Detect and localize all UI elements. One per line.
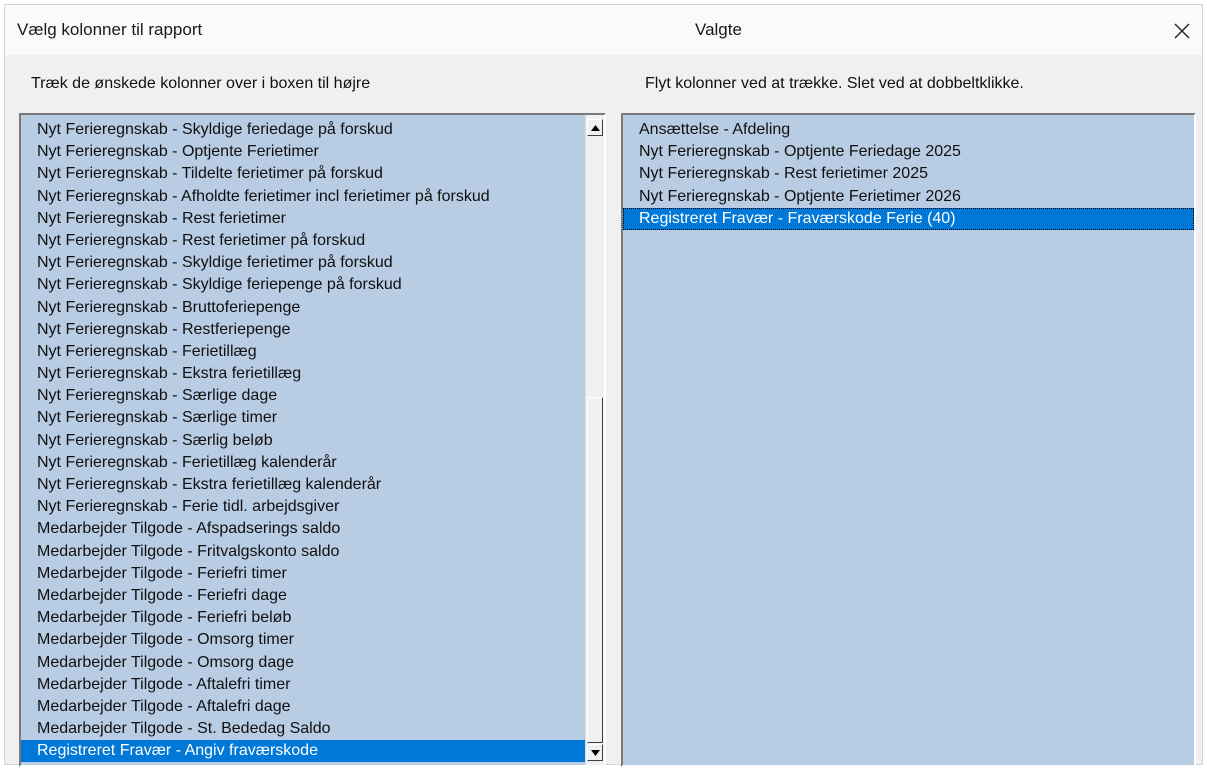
list-item[interactable]: Nyt Ferieregnskab - Ferie tidl. arbejdsg… <box>21 496 586 518</box>
list-item[interactable]: Medarbejder Tilgode - Aftalefri dage <box>21 696 586 718</box>
list-item[interactable]: Nyt Ferieregnskab - Tildelte ferietimer … <box>21 163 586 185</box>
list-item[interactable]: Nyt Ferieregnskab - Optjente Ferietimer <box>21 141 586 163</box>
list-item[interactable]: Nyt Ferieregnskab - Ferietillæg kalender… <box>21 452 586 474</box>
list-item[interactable]: Medarbejder Tilgode - Feriefri timer <box>21 563 586 585</box>
list-item[interactable]: Medarbejder Tilgode - Aftalefri timer <box>21 674 586 696</box>
list-item[interactable]: Nyt Ferieregnskab - Særlig beløb <box>21 430 586 452</box>
list-item[interactable]: Nyt Ferieregnskab - Ferietillæg <box>21 341 586 363</box>
list-item[interactable]: Medarbejder Tilgode - Afspadserings sald… <box>21 518 586 540</box>
scroll-up-button[interactable] <box>587 119 603 136</box>
vertical-scrollbar[interactable] <box>585 115 604 765</box>
list-item[interactable]: Nyt Ferieregnskab - Rest ferietimer <box>21 208 586 230</box>
available-columns-instruction: Træk de ønskede kolonner over i boxen ti… <box>31 75 371 92</box>
scrollbar-thumb[interactable] <box>587 397 603 743</box>
selected-columns-instruction: Flyt kolonner ved at trække. Slet ved at… <box>645 75 1024 92</box>
scroll-down-button[interactable] <box>587 744 603 761</box>
scroll-up-arrow-icon <box>590 124 600 131</box>
selected-columns-list[interactable]: Ansættelse - Afdeling Nyt Ferieregnskab -… <box>621 113 1196 767</box>
available-columns-list[interactable]: Nyt Ferieregnskab - Skyldige feriedage p… <box>19 113 606 767</box>
list-item[interactable]: Ansættelse - Afdeling <box>623 119 1194 141</box>
list-item[interactable]: Nyt Ferieregnskab - Rest ferietimer 2025 <box>623 163 1194 185</box>
list-item[interactable]: Medarbejder Tilgode - Feriefri dage <box>21 585 586 607</box>
list-item[interactable]: Nyt Ferieregnskab - Skyldige feriedage p… <box>21 119 586 141</box>
selected-header: Valgte <box>695 20 742 39</box>
list-item[interactable]: Registreret Fravær - Fraværskode Ferie (… <box>623 207 1194 230</box>
list-item[interactable]: Medarbejder Tilgode - Feriefri beløb <box>21 607 586 629</box>
close-button[interactable] <box>1162 11 1202 51</box>
list-item[interactable]: Nyt Ferieregnskab - Afholdte ferietimer … <box>21 186 586 208</box>
list-item[interactable]: Nyt Ferieregnskab - Optjente Feriedage 2… <box>623 141 1194 163</box>
list-item[interactable]: Nyt Ferieregnskab - Skyldige feriepenge … <box>21 274 586 296</box>
list-item[interactable]: Medarbejder Tilgode - St. Bededag Saldo <box>21 718 586 740</box>
list-item[interactable]: Nyt Ferieregnskab - Særlige dage <box>21 385 586 407</box>
list-item[interactable]: Nyt Ferieregnskab - Restferiepenge <box>21 319 586 341</box>
list-item[interactable]: Nyt Ferieregnskab - Ekstra ferietillæg k… <box>21 474 586 496</box>
dialog-window: Vælg kolonner til rapport Valgte Træk de… <box>4 4 1203 767</box>
list-item[interactable]: Medarbejder Tilgode - Omsorg timer <box>21 629 586 651</box>
list-item[interactable]: Registreret Fravær - Angiv fraværskode <box>21 740 586 763</box>
window-title: Vælg kolonner til rapport <box>17 20 203 39</box>
available-columns-items: Nyt Ferieregnskab - Skyldige feriedage p… <box>21 119 586 763</box>
list-item[interactable]: Medarbejder Tilgode - Fritvalgskonto sal… <box>21 541 586 563</box>
list-item[interactable]: Nyt Ferieregnskab - Optjente Ferietimer … <box>623 186 1194 208</box>
close-icon <box>1174 23 1190 39</box>
list-item[interactable]: Nyt Ferieregnskab - Ekstra ferietillæg <box>21 363 586 385</box>
list-item[interactable]: Nyt Ferieregnskab - Bruttoferiepenge <box>21 297 586 319</box>
list-item[interactable]: Nyt Ferieregnskab - Særlige timer <box>21 407 586 429</box>
scroll-down-arrow-icon <box>590 749 600 756</box>
list-item[interactable]: Nyt Ferieregnskab - Skyldige ferietimer … <box>21 252 586 274</box>
title-bar: Vælg kolonner til rapport Valgte <box>5 5 1202 55</box>
list-item[interactable]: Medarbejder Tilgode - Omsorg dage <box>21 652 586 674</box>
selected-columns-items: Ansættelse - Afdeling Nyt Ferieregnskab -… <box>623 119 1194 230</box>
list-item[interactable]: Nyt Ferieregnskab - Rest ferietimer på f… <box>21 230 586 252</box>
